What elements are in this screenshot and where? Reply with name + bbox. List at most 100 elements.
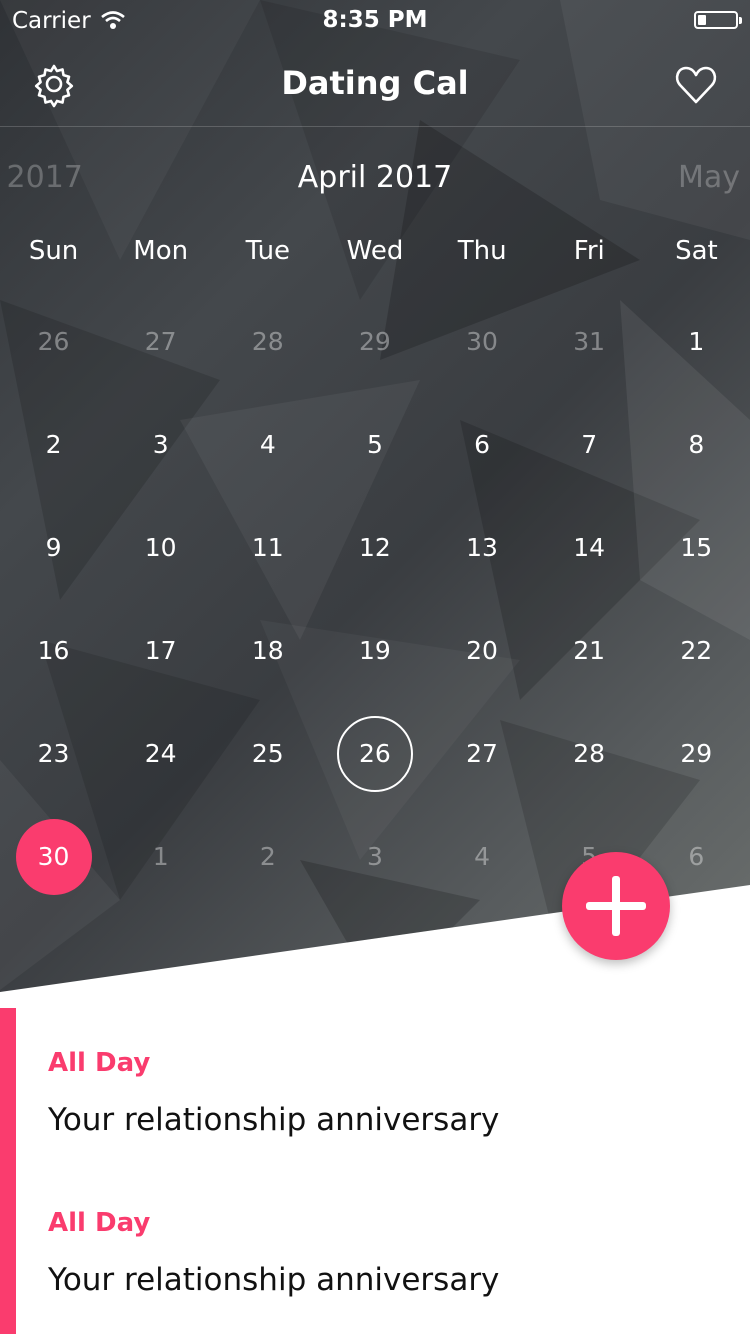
calendar-day[interactable]: 7 (536, 393, 643, 496)
day-number: 8 (688, 430, 705, 459)
nav-divider (0, 126, 750, 127)
calendar-day-selected[interactable]: 26 (321, 702, 428, 805)
event-list: All Day Your relationship anniversary Al… (0, 1008, 750, 1334)
calendar-day[interactable]: 1 (107, 805, 214, 908)
weekday-label: Wed (346, 236, 404, 266)
day-number: 1 (688, 327, 705, 356)
weekday-header: Sun Mon Tue Wed Thu Fri Sat (0, 236, 750, 280)
day-number: 4 (474, 842, 491, 871)
day-number: 29 (359, 327, 391, 356)
calendar-day[interactable]: 30 (429, 290, 536, 393)
calendar-day[interactable]: 11 (214, 496, 321, 599)
add-event-button[interactable] (562, 852, 670, 960)
day-number: 14 (573, 533, 606, 562)
day-number: 19 (359, 636, 391, 665)
weekday-label: Sun (28, 236, 79, 266)
calendar-day[interactable]: 31 (536, 290, 643, 393)
event-title: Your relationship anniversary (48, 1262, 500, 1298)
calendar-day[interactable]: 3 (321, 805, 428, 908)
calendar-day[interactable]: 18 (214, 599, 321, 702)
calendar-day[interactable]: 2 (0, 393, 107, 496)
day-number: 18 (251, 636, 284, 665)
calendar-day[interactable]: 17 (107, 599, 214, 702)
current-month: April 2017 (297, 160, 453, 195)
calendar-day[interactable]: 13 (429, 496, 536, 599)
clock: 8:35 PM (322, 7, 428, 33)
calendar-day-today[interactable]: 30 (0, 805, 107, 908)
day-number: 30 (466, 327, 498, 356)
calendar-day[interactable]: 15 (643, 496, 750, 599)
calendar-day[interactable]: 1 (643, 290, 750, 393)
battery-icon (694, 11, 742, 29)
calendar-day[interactable]: 6 (429, 393, 536, 496)
day-number: 3 (152, 430, 169, 459)
calendar-day[interactable]: 20 (429, 599, 536, 702)
calendar-day[interactable]: 25 (214, 702, 321, 805)
month-selector[interactable]: n 2017 April 2017 May (0, 156, 750, 206)
day-number: 1 (152, 842, 169, 871)
calendar-day[interactable]: 16 (0, 599, 107, 702)
day-number: 27 (466, 739, 498, 768)
day-number: 17 (144, 636, 177, 665)
day-number: 2 (45, 430, 62, 459)
calendar-day[interactable]: 24 (107, 702, 214, 805)
day-number: 3 (366, 842, 383, 871)
heart-icon[interactable] (672, 60, 720, 108)
calendar-day[interactable]: 5 (321, 393, 428, 496)
calendar-day[interactable]: 27 (429, 702, 536, 805)
calendar-day[interactable]: 19 (321, 599, 428, 702)
event-time: All Day (48, 1048, 151, 1078)
day-number: 16 (37, 636, 70, 665)
day-number: 6 (688, 842, 705, 871)
day-number: 4 (259, 430, 276, 459)
day-number: 7 (581, 430, 598, 459)
calendar-day[interactable]: 21 (536, 599, 643, 702)
calendar-day[interactable]: 8 (643, 393, 750, 496)
event-title: Your relationship anniversary (48, 1102, 500, 1138)
calendar-day[interactable]: 26 (0, 290, 107, 393)
calendar-day[interactable]: 29 (321, 290, 428, 393)
calendar-day[interactable]: 10 (107, 496, 214, 599)
day-number: 2 (259, 842, 276, 871)
calendar-day[interactable]: 29 (643, 702, 750, 805)
day-number: 6 (474, 430, 491, 459)
weekday-label: Fri (573, 236, 605, 266)
day-number: 31 (573, 327, 606, 356)
next-month[interactable]: May (678, 160, 740, 195)
day-number: 15 (680, 533, 713, 562)
calendar-day[interactable]: 27 (107, 290, 214, 393)
calendar-day[interactable]: 28 (214, 290, 321, 393)
calendar-day[interactable]: 14 (536, 496, 643, 599)
event-accent-bar (0, 1008, 16, 1334)
day-number: 21 (573, 636, 606, 665)
calendar-day[interactable]: 2 (214, 805, 321, 908)
day-number: 24 (144, 739, 177, 768)
day-number: 13 (466, 533, 498, 562)
day-number: 11 (251, 533, 284, 562)
day-number: 12 (359, 533, 391, 562)
day-number: 10 (144, 533, 177, 562)
weekday-label: Tue (245, 236, 291, 266)
calendar-day[interactable]: 12 (321, 496, 428, 599)
day-number: 26 (359, 739, 391, 768)
weekday-label: Thu (457, 236, 507, 266)
event-item[interactable]: All Day Your relationship anniversary (48, 1048, 728, 1138)
calendar-day[interactable]: 23 (0, 702, 107, 805)
day-number: 28 (573, 739, 606, 768)
status-bar: Carrier 8:35 PM (0, 0, 750, 40)
calendar-day[interactable]: 28 (536, 702, 643, 805)
calendar-day[interactable]: 22 (643, 599, 750, 702)
navigation-bar: Dating Cal (0, 44, 750, 126)
calendar-day[interactable]: 9 (0, 496, 107, 599)
day-number: 22 (680, 636, 713, 665)
app-title: Dating Cal (281, 64, 469, 102)
calendar-day[interactable]: 3 (107, 393, 214, 496)
day-number: 27 (144, 327, 177, 356)
event-item[interactable]: All Day Your relationship anniversary (48, 1208, 728, 1298)
calendar-grid: 26 27 28 29 30 31 1 2 3 4 5 6 7 8 9 10 11 12 13 14 15 16 17 18 1… (0, 290, 750, 908)
weekday-label: Sat (675, 236, 718, 266)
day-number: 30 (37, 842, 70, 871)
calendar-day[interactable]: 4 (429, 805, 536, 908)
day-number: 5 (366, 430, 383, 459)
calendar-day[interactable]: 4 (214, 393, 321, 496)
